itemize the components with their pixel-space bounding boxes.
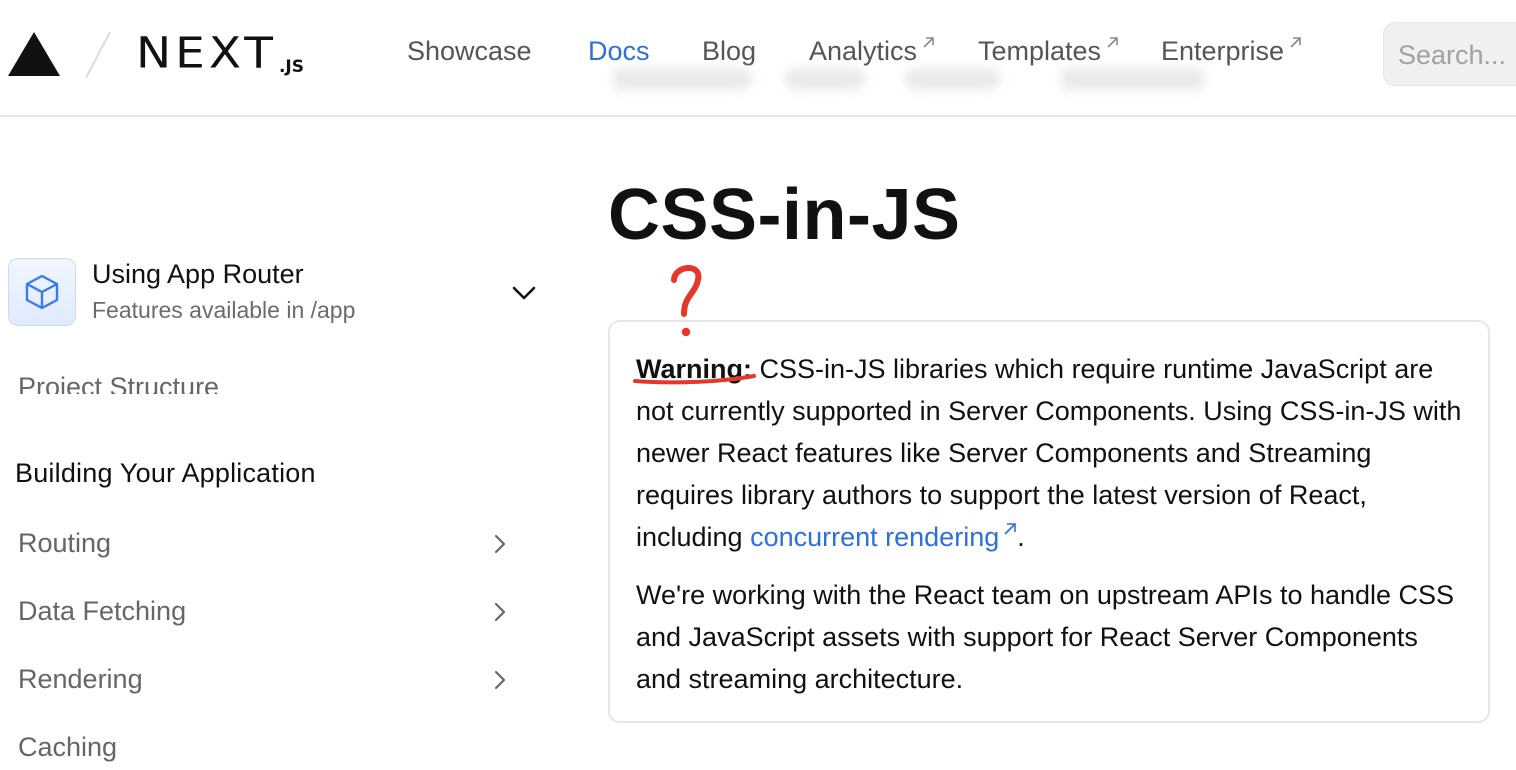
sidebar-item-label: Caching <box>18 732 118 762</box>
nav-blog-label: Blog <box>702 36 757 66</box>
callout-paragraph: Warning: CSS-in-JS libraries which requi… <box>636 348 1466 558</box>
sidebar-item-routing[interactable]: Routing <box>18 526 518 566</box>
sidebar-item-clipped-label: Project Structure <box>18 372 220 394</box>
sidebar-item-label: Routing <box>18 528 112 558</box>
warning-underline-annotation <box>633 374 756 385</box>
callout-text: Warning: CSS-in-JS libraries which requi… <box>636 348 1466 700</box>
blurred-artifact <box>1060 68 1205 90</box>
concurrent-rendering-link-label: concurrent rendering <box>750 522 1000 552</box>
vercel-logo-icon[interactable] <box>8 32 60 76</box>
router-switcher[interactable]: Using App Router Features available in /… <box>8 257 548 327</box>
router-badge <box>8 258 76 326</box>
external-link-icon <box>1290 37 1301 48</box>
nav-blog[interactable]: Blog <box>702 36 756 67</box>
external-link-icon <box>1004 523 1017 535</box>
nav-docs-label: Docs <box>588 36 650 66</box>
sidebar-item-data-fetching[interactable]: Data Fetching <box>18 594 518 634</box>
logo-slash-divider <box>85 31 111 79</box>
nextjs-logo-wordmark: NEXT <box>136 28 277 79</box>
nav-analytics[interactable]: Analytics <box>809 36 935 67</box>
blurred-artifact <box>905 68 1000 90</box>
external-link-icon <box>923 37 934 48</box>
nav-docs[interactable]: Docs <box>588 36 650 67</box>
sidebar-item-clipped[interactable]: Project Structure <box>18 362 418 394</box>
nav-templates-label: Templates <box>978 36 1102 66</box>
chevron-right-icon <box>494 670 506 690</box>
nav-analytics-label: Analytics <box>809 36 918 66</box>
sidebar-item-caching[interactable]: Caching <box>18 730 518 770</box>
nav-templates[interactable]: Templates <box>978 36 1119 67</box>
callout-paragraph-end: . <box>1017 522 1025 552</box>
nav-showcase[interactable]: Showcase <box>407 36 532 67</box>
page-title: CSS-in-JS <box>608 175 961 255</box>
blurred-artifact <box>785 68 865 90</box>
blurred-artifact <box>612 68 752 90</box>
site-header: NEXT .JS Showcase Docs Blog Analytics Te… <box>0 0 1516 117</box>
sidebar-item-label: Rendering <box>18 664 143 694</box>
chevron-right-icon <box>494 534 506 554</box>
nextjs-logo[interactable]: NEXT .JS <box>136 30 304 77</box>
nav-enterprise[interactable]: Enterprise <box>1161 36 1302 67</box>
chevron-down-icon[interactable] <box>510 279 538 307</box>
nav-enterprise-label: Enterprise <box>1161 36 1285 66</box>
chevron-right-icon <box>494 602 506 622</box>
external-link-icon <box>1107 37 1118 48</box>
nextjs-logo-suffix: .JS <box>278 57 304 77</box>
router-switcher-title: Using App Router <box>92 259 304 289</box>
concurrent-rendering-link[interactable]: concurrent rendering <box>750 522 1017 552</box>
nav-showcase-label: Showcase <box>407 36 532 66</box>
sidebar-item-label: Data Fetching <box>18 596 187 626</box>
router-switcher-subtitle: Features available in /app <box>92 297 356 323</box>
sidebar-section-heading: Building Your Application <box>15 458 316 488</box>
cube-icon <box>25 274 59 310</box>
callout-paragraph: We're working with the React team on ups… <box>636 580 1455 694</box>
search-input[interactable] <box>1398 37 1516 73</box>
search-box[interactable] <box>1383 22 1516 86</box>
sidebar-item-rendering[interactable]: Rendering <box>18 662 518 702</box>
